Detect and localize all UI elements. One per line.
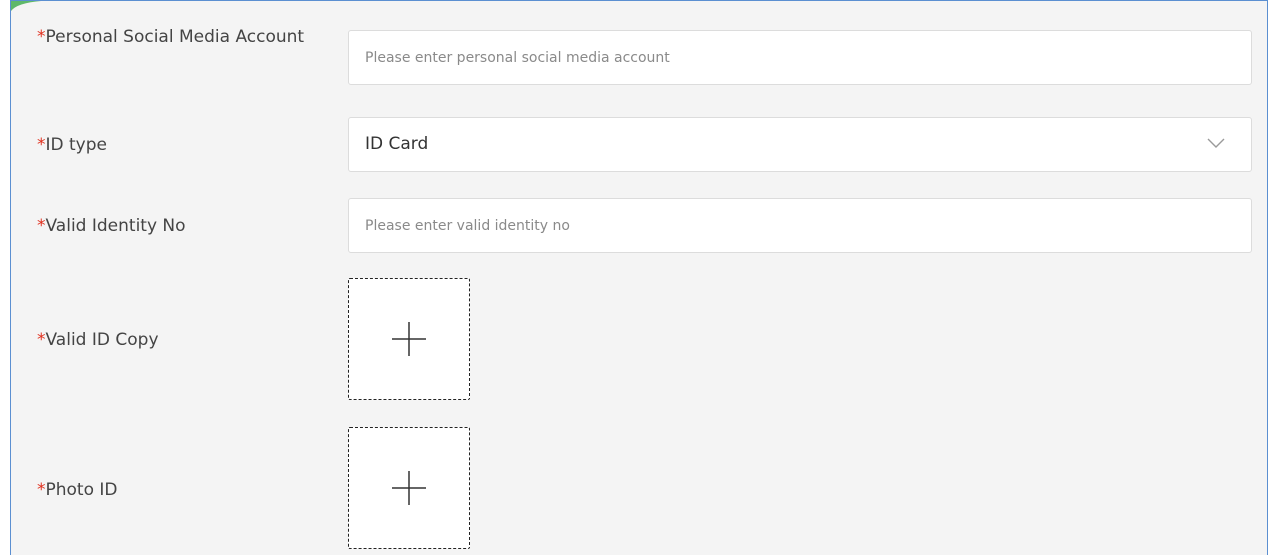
plus-icon <box>392 471 426 505</box>
social-media-field[interactable] <box>348 30 1252 85</box>
id-copy-label-text: Valid ID Copy <box>45 330 159 350</box>
required-mark: * <box>37 135 46 155</box>
social-media-input[interactable] <box>349 31 1251 84</box>
social-media-label-text: Personal Social Media Account <box>45 27 305 47</box>
social-media-label: *Personal Social Media Account <box>37 23 317 51</box>
plus-icon <box>392 322 426 356</box>
identity-no-field[interactable] <box>348 198 1252 253</box>
id-type-selected-value: ID Card <box>365 134 429 154</box>
identity-no-label-text: Valid Identity No <box>45 216 186 236</box>
id-type-label: *ID type <box>37 131 317 159</box>
form-panel: *Personal Social Media Account *ID type … <box>10 0 1268 555</box>
identity-no-label: *Valid Identity No <box>37 212 317 240</box>
required-mark: * <box>37 480 46 500</box>
id-type-select[interactable]: ID Card <box>348 117 1252 172</box>
chevron-down-icon[interactable] <box>1205 132 1227 154</box>
photo-id-label: *Photo ID <box>37 476 317 504</box>
id-copy-upload-button[interactable] <box>348 278 470 400</box>
identity-no-input[interactable] <box>349 199 1251 252</box>
photo-id-label-text: Photo ID <box>45 480 118 500</box>
id-type-label-text: ID type <box>45 135 107 155</box>
id-copy-label: *Valid ID Copy <box>37 326 317 354</box>
required-mark: * <box>37 216 46 236</box>
photo-id-upload-button[interactable] <box>348 427 470 549</box>
required-mark: * <box>37 27 46 47</box>
required-mark: * <box>37 330 46 350</box>
corner-decoration <box>11 1 41 11</box>
